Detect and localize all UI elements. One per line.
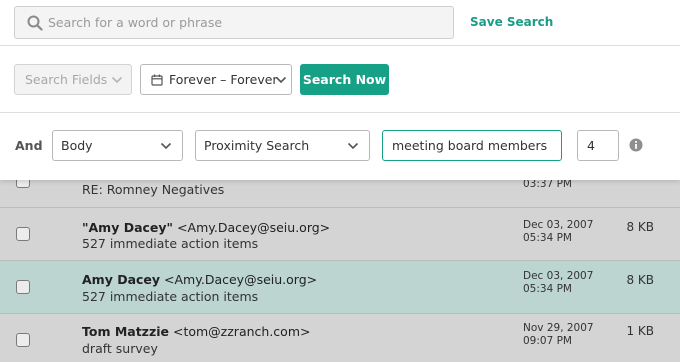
email-row-selected[interactable]: Amy Dacey <Amy.Dacey@seiu.org> 527 immed… <box>0 261 680 314</box>
proximity-distance-input[interactable] <box>577 130 619 161</box>
row-checkbox[interactable] <box>16 333 30 347</box>
proximity-terms-input[interactable] <box>382 130 562 161</box>
date-range-select[interactable]: Forever – Forever <box>140 64 292 95</box>
email-sender: "Amy Dacey" <Amy.Dacey@seiu.org> <box>82 220 330 235</box>
search-input[interactable] <box>48 7 448 38</box>
email-subject: draft survey <box>82 341 158 356</box>
email-time: 05:34 PM <box>523 283 572 295</box>
divider <box>0 112 680 113</box>
sender-name: "Amy Dacey" <box>82 220 174 235</box>
email-time: 09:07 PM <box>523 335 572 347</box>
field-select[interactable]: Body <box>52 130 183 161</box>
and-label: And <box>15 138 43 153</box>
divider <box>0 45 680 46</box>
email-subject: RE: Romney Negatives <box>82 182 225 197</box>
search-fields-select[interactable]: Search Fields <box>14 64 132 95</box>
email-sender: Tom Matzzie <tom@zzranch.com> <box>82 324 310 339</box>
email-time: 05:34 PM <box>523 232 572 244</box>
email-list: RE: Romney Negatives 03:37 PM "Amy Dacey… <box>0 170 680 362</box>
row-checkbox[interactable] <box>16 227 30 241</box>
email-subject: 527 immediate action items <box>82 289 259 304</box>
email-date: Dec 03, 2007 05:34 PM <box>523 270 593 296</box>
sender-email: <tom@zzranch.com> <box>172 324 311 339</box>
search-mode-select[interactable]: Proximity Search <box>195 130 370 161</box>
email-date-day: Dec 03, 2007 <box>523 219 594 231</box>
email-size: 1 KB <box>626 324 654 338</box>
email-date-day: Nov 29, 2007 <box>523 322 594 334</box>
email-date-day: Dec 03, 2007 <box>523 270 594 282</box>
search-box <box>14 6 454 39</box>
search-icon <box>27 15 43 31</box>
search-mode-value: Proximity Search <box>204 138 310 153</box>
email-subject: 527 immediate action items <box>82 236 259 251</box>
row-checkbox[interactable] <box>16 280 30 294</box>
email-size: 8 KB <box>626 273 654 287</box>
advanced-search-panel: Save Search Search Fields Forever – Fore… <box>0 0 680 180</box>
chevron-down-icon <box>275 76 287 84</box>
info-icon[interactable] <box>629 138 643 152</box>
field-select-value: Body <box>61 138 93 153</box>
search-fields-label: Search Fields <box>25 72 108 87</box>
email-row[interactable]: "Amy Dacey" <Amy.Dacey@seiu.org> 527 imm… <box>0 208 680 261</box>
sender-name: Amy Dacey <box>82 272 161 287</box>
chevron-down-icon <box>111 76 123 84</box>
calendar-icon <box>151 74 163 86</box>
date-range-label: Forever – Forever <box>169 72 278 87</box>
sender-email: <Amy.Dacey@seiu.org> <box>177 220 331 235</box>
sender-email: <Amy.Dacey@seiu.org> <box>164 272 318 287</box>
email-row[interactable]: Tom Matzzie <tom@zzranch.com> draft surv… <box>0 314 680 362</box>
save-search-link[interactable]: Save Search <box>470 15 553 29</box>
email-date: Dec 03, 2007 05:34 PM <box>523 219 593 245</box>
email-date: Nov 29, 2007 09:07 PM <box>523 322 594 348</box>
search-now-button[interactable]: Search Now <box>300 64 389 95</box>
chevron-down-icon <box>347 142 359 150</box>
email-sender: Amy Dacey <Amy.Dacey@seiu.org> <box>82 272 317 287</box>
email-size: 8 KB <box>626 220 654 234</box>
chevron-down-icon <box>160 142 172 150</box>
sender-name: Tom Matzzie <box>82 324 169 339</box>
